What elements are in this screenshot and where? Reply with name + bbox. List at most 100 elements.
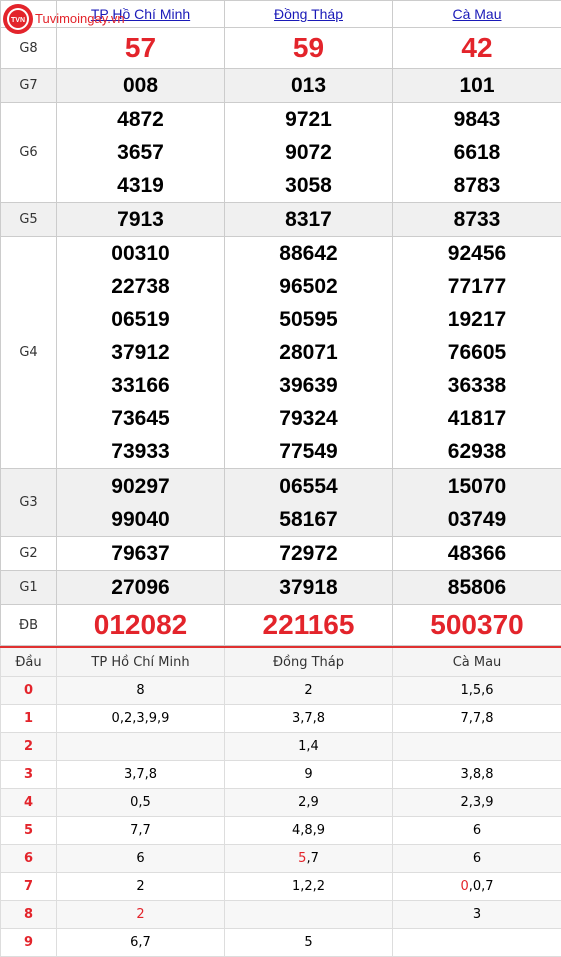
prize-label: ĐB bbox=[1, 605, 57, 646]
prize-number: 8733 bbox=[393, 203, 561, 236]
prize-number: 03749 bbox=[393, 503, 561, 536]
prize-cell: 984366188783 bbox=[393, 103, 561, 203]
prize-number: 06554 bbox=[225, 470, 392, 503]
loto-cell: 5,7 bbox=[225, 845, 393, 873]
prize-cell: 92456771771921776605363384181762938 bbox=[393, 237, 561, 469]
province-link[interactable]: Đồng Tháp bbox=[274, 6, 343, 22]
loto-cell: 3 bbox=[393, 901, 561, 929]
prize-number: 6618 bbox=[393, 136, 561, 169]
dau-digit: 0 bbox=[1, 677, 57, 705]
province-header-3[interactable]: Cà Mau bbox=[393, 1, 561, 28]
prize-number: 73645 bbox=[57, 402, 224, 435]
prize-number: 77177 bbox=[393, 270, 561, 303]
prize-cell: 013 bbox=[225, 69, 393, 103]
loto-cell: 2,9 bbox=[225, 789, 393, 817]
prize-row: G5791383178733 bbox=[1, 203, 561, 237]
loto-cell: 0,5 bbox=[57, 789, 225, 817]
prize-cell: 972190723058 bbox=[225, 103, 393, 203]
dau-digit: 4 bbox=[1, 789, 57, 817]
prize-cell: 37918 bbox=[225, 571, 393, 605]
loto-special-digit: 0 bbox=[460, 879, 468, 894]
loto-row: 96,75 bbox=[1, 929, 561, 957]
prize-number: 92456 bbox=[393, 237, 561, 270]
prize-number: 48366 bbox=[393, 537, 561, 570]
loto-cell: 8 bbox=[57, 677, 225, 705]
loto-cell: 1,2,2 bbox=[225, 873, 393, 901]
prize-label: G3 bbox=[1, 469, 57, 537]
prize-cell: 221165 bbox=[225, 605, 393, 646]
prize-number: 73933 bbox=[57, 435, 224, 468]
logo-badge-text: TVN bbox=[11, 17, 25, 24]
loto-special-digit: 2 bbox=[136, 907, 144, 922]
prize-row: G400310227380651937912331667364573933886… bbox=[1, 237, 561, 469]
prize-number: 3657 bbox=[57, 136, 224, 169]
prize-cell: 27096 bbox=[57, 571, 225, 605]
loto-cell: 3,8,8 bbox=[393, 761, 561, 789]
prize-number: 28071 bbox=[225, 336, 392, 369]
prize-number: 012082 bbox=[57, 605, 224, 645]
prize-label: G2 bbox=[1, 537, 57, 571]
loto-cell: 2,3,9 bbox=[393, 789, 561, 817]
loto-row: 10,2,3,9,93,7,87,7,8 bbox=[1, 705, 561, 733]
loto-cell: 6 bbox=[393, 845, 561, 873]
loto-row: 0821,5,6 bbox=[1, 677, 561, 705]
prize-cell: 8733 bbox=[393, 203, 561, 237]
prize-number: 008 bbox=[57, 69, 224, 102]
prize-number: 59 bbox=[225, 28, 392, 68]
province-link[interactable]: Cà Mau bbox=[452, 6, 501, 22]
prize-cell: 48366 bbox=[393, 537, 561, 571]
loto-row: 21,4 bbox=[1, 733, 561, 761]
prize-cell: 85806 bbox=[393, 571, 561, 605]
loto-cell: 6,7 bbox=[57, 929, 225, 957]
prize-number: 3058 bbox=[225, 169, 392, 202]
prize-number: 88642 bbox=[225, 237, 392, 270]
prize-number: 42 bbox=[393, 28, 561, 68]
prize-number: 39639 bbox=[225, 369, 392, 402]
prize-cell: 101 bbox=[393, 69, 561, 103]
prize-row: G2796377297248366 bbox=[1, 537, 561, 571]
prize-number: 8783 bbox=[393, 169, 561, 202]
prize-number: 15070 bbox=[393, 470, 561, 503]
site-logo[interactable]: TVN Tuvimoingay.vn bbox=[1, 1, 231, 37]
prize-number: 4319 bbox=[57, 169, 224, 202]
logo-text: Tuvimoingay.vn bbox=[35, 11, 125, 26]
province-header-2[interactable]: Đồng Tháp bbox=[225, 1, 393, 28]
loto-col-header: Cà Mau bbox=[393, 647, 561, 677]
prize-number: 79324 bbox=[225, 402, 392, 435]
dau-digit: 2 bbox=[1, 733, 57, 761]
loto-row: 665,76 bbox=[1, 845, 561, 873]
loto-cell: 2 bbox=[57, 901, 225, 929]
prize-row: G1270963791885806 bbox=[1, 571, 561, 605]
loto-cell: 2 bbox=[57, 873, 225, 901]
prize-number: 99040 bbox=[57, 503, 224, 536]
prize-number: 50595 bbox=[225, 303, 392, 336]
prize-row: G7008013101 bbox=[1, 69, 561, 103]
prize-number: 36338 bbox=[393, 369, 561, 402]
loto-cell: 3,7,8 bbox=[225, 705, 393, 733]
prize-number: 37912 bbox=[57, 336, 224, 369]
dau-digit: 1 bbox=[1, 705, 57, 733]
logo-cell: TVN Tuvimoingay.vn bbox=[1, 1, 57, 28]
prize-label: G7 bbox=[1, 69, 57, 103]
loto-cell: 1,4 bbox=[225, 733, 393, 761]
loto-cell: 5 bbox=[225, 929, 393, 957]
loto-cell: 3,7,8 bbox=[57, 761, 225, 789]
prize-row: ĐB012082221165500370 bbox=[1, 605, 561, 646]
prize-number: 8317 bbox=[225, 203, 392, 236]
dau-digit: 9 bbox=[1, 929, 57, 957]
prize-number: 013 bbox=[225, 69, 392, 102]
prize-label: G5 bbox=[1, 203, 57, 237]
loto-cell: 1,5,6 bbox=[393, 677, 561, 705]
prize-number: 7913 bbox=[57, 203, 224, 236]
prize-cell: 8317 bbox=[225, 203, 393, 237]
loto-cell: 7,7,8 bbox=[393, 705, 561, 733]
prize-number: 101 bbox=[393, 69, 561, 102]
loto-cell: 0,0,7 bbox=[393, 873, 561, 901]
prize-cell: 79637 bbox=[57, 537, 225, 571]
prize-cell: 00310227380651937912331667364573933 bbox=[57, 237, 225, 469]
prize-number: 76605 bbox=[393, 336, 561, 369]
loto-cell: 6 bbox=[57, 845, 225, 873]
prize-row: G3902979904006554581671507003749 bbox=[1, 469, 561, 537]
dau-digit: 8 bbox=[1, 901, 57, 929]
prize-cell: 0655458167 bbox=[225, 469, 393, 537]
